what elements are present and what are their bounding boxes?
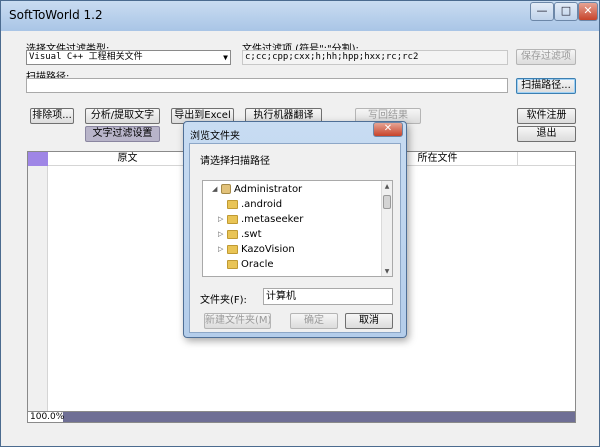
exclude-button[interactable]: 排除项...	[30, 108, 74, 124]
ok-button[interactable]: 确定	[290, 313, 338, 329]
row-selector-header	[28, 152, 48, 166]
cancel-button[interactable]: 取消	[345, 313, 393, 329]
save-filter-button[interactable]: 保存过滤项	[516, 49, 576, 65]
text-filter-button[interactable]: 文字过滤设置	[85, 126, 160, 142]
folder-icon	[227, 200, 238, 209]
scroll-thumb[interactable]	[383, 195, 391, 209]
dialog-title: 浏览文件夹	[190, 131, 240, 142]
user-folder-icon	[221, 184, 231, 194]
register-button[interactable]: 软件注册	[517, 108, 576, 124]
scroll-up-icon[interactable]: ▲	[382, 182, 392, 192]
progress-label: 100.0%	[28, 412, 65, 422]
scroll-down-icon[interactable]: ▼	[382, 267, 392, 276]
folder-icon	[227, 245, 238, 254]
maximize-button[interactable]: □	[554, 2, 578, 21]
main-window: SoftToWorld 1.2 — □ ✕ 选择文件过滤类型: Visual C…	[0, 0, 600, 447]
exit-button[interactable]: 退出	[517, 126, 576, 142]
tree-item-label: .metaseeker	[241, 214, 304, 225]
folder-icon	[227, 230, 238, 239]
collapsed-triangle-icon: ▷	[218, 215, 224, 223]
analyze-button[interactable]: 分析/提取文字	[85, 108, 160, 124]
tree-scrollbar[interactable]: ▲ ▼	[381, 181, 392, 276]
window-title: SoftToWorld 1.2	[9, 8, 103, 22]
scan-path-button[interactable]: 扫描路径...	[516, 78, 576, 94]
folder-tree[interactable]: ◢ Administrator .android ▷ .metaseeker ▷…	[202, 180, 393, 277]
browse-folder-dialog: 浏览文件夹 ✕ 请选择扫描路径 ◢ Administrator .android…	[183, 121, 407, 338]
tree-item-label: Oracle	[241, 259, 274, 270]
folder-icon	[227, 215, 238, 224]
collapsed-triangle-icon: ▷	[218, 230, 224, 238]
folder-input[interactable]: 计算机	[263, 288, 393, 305]
row-selector-column	[28, 166, 48, 422]
tree-item[interactable]: ▷ .swt	[203, 227, 381, 242]
tree-item[interactable]: ▷ KazoVision	[203, 242, 381, 257]
scan-path-input[interactable]	[26, 78, 508, 93]
tree-item-label: KazoVision	[241, 244, 295, 255]
new-folder-button[interactable]: 新建文件夹(M)	[204, 313, 271, 329]
chevron-down-icon: ▼	[223, 53, 228, 62]
tree-item[interactable]: Oracle	[203, 257, 381, 272]
expand-triangle-icon: ◢	[212, 185, 218, 193]
progress-bar: 100.0%	[27, 411, 576, 423]
tree-item[interactable]: ◢ Administrator	[203, 182, 381, 197]
filter-type-select[interactable]: Visual C++ 工程相关文件 ▼	[26, 50, 231, 65]
collapsed-triangle-icon: ▷	[218, 245, 224, 253]
title-bar[interactable]: SoftToWorld 1.2 — □ ✕	[1, 1, 599, 31]
tree-item-label: Administrator	[234, 184, 303, 195]
dialog-body: 请选择扫描路径 ◢ Administrator .android ▷ .meta…	[189, 143, 401, 333]
dialog-close-button[interactable]: ✕	[373, 122, 403, 137]
folder-label: 文件夹(F):	[200, 295, 247, 306]
tree-item-label: .android	[241, 199, 283, 210]
dialog-prompt: 请选择扫描路径	[200, 156, 270, 167]
filter-options-input[interactable]: c;cc;cpp;cxx;h;hh;hpp;hxx;rc;rc2	[242, 50, 508, 65]
folder-icon	[227, 260, 238, 269]
tree-item-label: .swt	[241, 229, 262, 240]
close-button[interactable]: ✕	[578, 2, 598, 21]
minimize-button[interactable]: —	[530, 2, 554, 21]
tree-item[interactable]: ▷ .metaseeker	[203, 212, 381, 227]
filter-type-value: Visual C++ 工程相关文件	[29, 52, 143, 62]
tree-item[interactable]: .android	[203, 197, 381, 212]
